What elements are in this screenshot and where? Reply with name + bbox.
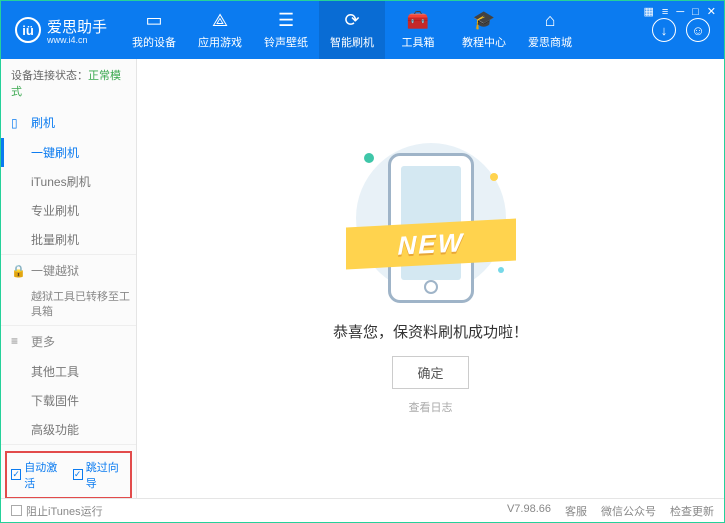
check-icon: ✓: [73, 469, 83, 480]
app-header: iü 爱思助手 www.i4.cn ▭我的设备 ⟁应用游戏 ☰铃声壁纸 ⟳智能刷…: [1, 1, 724, 59]
version-label: V7.98.66: [507, 503, 551, 519]
check-icon: ✓: [11, 469, 21, 480]
nav-apps-games[interactable]: ⟁应用游戏: [187, 1, 253, 59]
view-log-link[interactable]: 查看日志: [409, 399, 453, 415]
sidebar-item-advanced[interactable]: 高级功能: [31, 415, 136, 444]
lock-icon: 🔒: [11, 264, 25, 278]
checkbox-skip-guide[interactable]: ✓跳过向导: [73, 459, 127, 491]
window-controls: ▦ ≡ ─ □ ✕: [644, 5, 717, 18]
success-message: 恭喜您，保资料刷机成功啦！: [333, 321, 528, 342]
main-content: NEW 恭喜您，保资料刷机成功啦！ 确定 查看日志: [137, 59, 724, 498]
sidebar-item-oneclick-flash[interactable]: 一键刷机: [31, 138, 136, 167]
app-logo-icon: iü: [15, 17, 41, 43]
ok-button[interactable]: 确定: [392, 356, 468, 389]
footer: 阻止iTunes运行 V7.98.66 客服 微信公众号 检查更新: [1, 498, 724, 522]
nav-store[interactable]: ⌂爱思商城: [517, 1, 583, 59]
header-right: ↓ ☺: [652, 18, 724, 42]
nav-my-device[interactable]: ▭我的设备: [121, 1, 187, 59]
sidebar-section-jailbreak[interactable]: 🔒 一键越狱: [1, 255, 136, 286]
sidebar-section-more[interactable]: ≡ 更多: [1, 326, 136, 357]
footer-update[interactable]: 检查更新: [670, 503, 714, 519]
checkbox-auto-activate[interactable]: ✓自动激活: [11, 459, 65, 491]
success-illustration: NEW: [356, 143, 506, 303]
sidebar: 设备连接状态：正常模式 ▯ 刷机 一键刷机 iTunes刷机 专业刷机 批量刷机…: [1, 59, 137, 498]
sidebar-item-other-tools[interactable]: 其他工具: [31, 357, 136, 386]
footer-wechat[interactable]: 微信公众号: [601, 503, 656, 519]
download-icon: ↓: [661, 23, 668, 38]
grid-icon[interactable]: ▦: [644, 5, 654, 18]
sidebar-section-flash[interactable]: ▯ 刷机: [1, 107, 136, 138]
jailbreak-moved-msg: 越狱工具已转移至工具箱: [1, 286, 136, 325]
app-name: 爱思助手: [47, 16, 107, 37]
nav-tutorial[interactable]: 🎓教程中心: [451, 1, 517, 59]
user-icon: ☺: [691, 23, 704, 38]
sidebar-item-pro-flash[interactable]: 专业刷机: [31, 196, 136, 225]
checkbox-icon: [11, 505, 22, 516]
store-icon: ⌂: [545, 10, 556, 31]
refresh-icon: ⟳: [344, 10, 359, 31]
sidebar-item-itunes-flash[interactable]: iTunes刷机: [31, 167, 136, 196]
logo-block: iü 爱思助手 www.i4.cn: [1, 16, 121, 45]
menu-icon[interactable]: ≡: [662, 6, 668, 18]
new-ribbon: NEW: [346, 218, 516, 269]
user-button[interactable]: ☺: [686, 18, 710, 42]
nav-toolbox[interactable]: 🧰工具箱: [385, 1, 451, 59]
nav-smart-flash[interactable]: ⟳智能刷机: [319, 1, 385, 59]
phone-icon: ▯: [11, 116, 25, 130]
media-icon: ☰: [278, 10, 294, 31]
apps-icon: ⟁: [212, 10, 228, 31]
tutorial-icon: 🎓: [473, 10, 495, 31]
main-nav: ▭我的设备 ⟁应用游戏 ☰铃声壁纸 ⟳智能刷机 🧰工具箱 🎓教程中心 ⌂爱思商城: [121, 1, 652, 59]
toolbox-icon: 🧰: [407, 10, 429, 31]
sidebar-item-batch-flash[interactable]: 批量刷机: [31, 225, 136, 254]
nav-ringtone-wallpaper[interactable]: ☰铃声壁纸: [253, 1, 319, 59]
app-url: www.i4.cn: [47, 35, 107, 45]
sidebar-item-download-firmware[interactable]: 下载固件: [31, 386, 136, 415]
footer-service[interactable]: 客服: [565, 503, 587, 519]
maximize-button[interactable]: □: [692, 6, 699, 18]
flash-options-highlight: ✓自动激活 ✓跳过向导: [5, 451, 132, 498]
checkbox-block-itunes[interactable]: 阻止iTunes运行: [11, 503, 103, 519]
connection-status: 设备连接状态：正常模式: [1, 59, 136, 107]
phone-icon: ▭: [146, 10, 163, 31]
close-button[interactable]: ✕: [707, 5, 716, 18]
minimize-button[interactable]: ─: [676, 6, 684, 18]
more-icon: ≡: [11, 334, 25, 348]
download-button[interactable]: ↓: [652, 18, 676, 42]
